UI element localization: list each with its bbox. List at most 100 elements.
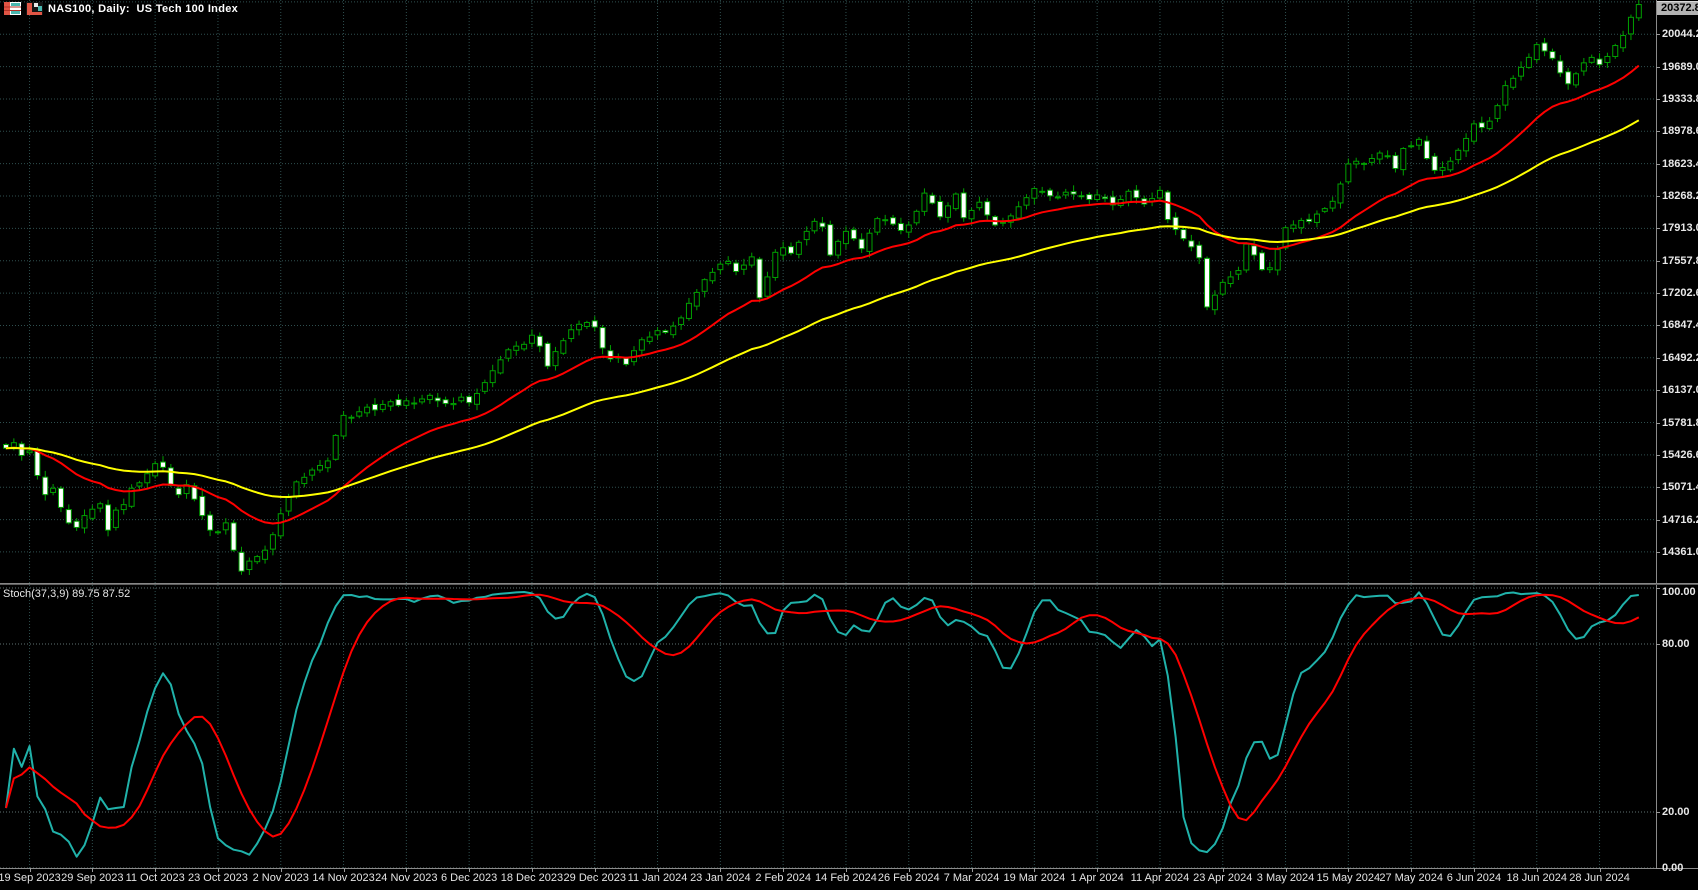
main-grid-layer [0, 0, 1656, 583]
date-tick-label: 14 Nov 2023 [312, 872, 374, 884]
stoch-grid-layer [0, 585, 1656, 869]
date-tick-mark [1034, 868, 1035, 872]
date-tick-label: 18 Dec 2023 [501, 872, 563, 884]
stoch-tick-label: 100.00 [1662, 586, 1696, 598]
date-tick-mark [783, 868, 784, 872]
trading-chart-window: NAS100, Daily: US Tech 100 Index Stoch(3… [0, 0, 1698, 890]
date-tick-mark [281, 868, 282, 872]
price-tick-mark [1656, 325, 1660, 326]
price-tick-mark [1656, 520, 1660, 521]
date-tick-label: 6 Jun 2024 [1447, 872, 1501, 884]
panel-separator[interactable] [0, 583, 1698, 585]
date-tick-label: 7 Mar 2024 [944, 872, 1000, 884]
price-chart-canvas[interactable] [0, 0, 1656, 583]
date-tick-label: 6 Dec 2023 [441, 872, 497, 884]
current-price-box: 20372.8 [1657, 1, 1698, 15]
date-tick-label: 18 Jun 2024 [1506, 872, 1567, 884]
time-axis[interactable]: 19 Sep 202329 Sep 202311 Oct 202323 Oct … [0, 869, 1698, 890]
price-tick-label: 18268.2 [1662, 190, 1698, 202]
date-tick-mark [1348, 868, 1349, 872]
price-tick-mark [1656, 99, 1660, 100]
candles-layer [4, 0, 1642, 575]
date-tick-mark [1537, 868, 1538, 872]
date-tick-mark [218, 868, 219, 872]
date-tick-label: 11 Apr 2024 [1131, 872, 1190, 884]
price-tick-mark [1656, 552, 1660, 553]
price-tick-mark [1656, 228, 1660, 229]
date-tick-label: 24 Nov 2023 [375, 872, 437, 884]
stoch-tick-mark [1656, 588, 1660, 589]
price-tick-label: 17202.6 [1662, 287, 1698, 299]
date-tick-mark [1600, 868, 1601, 872]
date-tick-label: 11 Oct 2023 [126, 872, 185, 884]
price-tick-mark [1656, 261, 1660, 262]
chart-title: NAS100, Daily: US Tech 100 Index [48, 3, 238, 15]
date-tick-label: 29 Dec 2023 [564, 872, 626, 884]
price-tick-label: 19689.0 [1662, 61, 1698, 73]
date-tick-mark [344, 868, 345, 872]
date-tick-label: 1 Apr 2024 [1071, 872, 1124, 884]
date-tick-label: 2 Feb 2024 [755, 872, 811, 884]
price-tick-mark [1656, 34, 1660, 35]
price-tick-label: 14716.2 [1662, 514, 1698, 526]
price-tick-label: 18978.6 [1662, 125, 1698, 137]
price-tick-label: 16492.2 [1662, 352, 1698, 364]
date-tick-mark [595, 868, 596, 872]
stoch-tick-label: 80.00 [1662, 638, 1690, 650]
price-tick-label: 19333.8 [1662, 93, 1698, 105]
date-tick-label: 26 Feb 2024 [878, 872, 940, 884]
date-tick-mark [92, 868, 93, 872]
date-tick-mark [532, 868, 533, 872]
stoch-tick-label: 20.00 [1662, 806, 1690, 818]
date-tick-mark [1474, 868, 1475, 872]
date-tick-mark [972, 868, 973, 872]
date-tick-mark [846, 868, 847, 872]
price-tick-mark [1656, 67, 1660, 68]
price-tick-label: 17913.0 [1662, 222, 1698, 234]
symbol-list-icon[interactable] [4, 2, 21, 15]
stochastic-signal-line [6, 595, 1639, 837]
price-tick-label: 15426.6 [1662, 449, 1698, 461]
date-tick-label: 15 May 2024 [1317, 872, 1381, 884]
stochastic-canvas[interactable] [0, 585, 1656, 869]
date-tick-mark [1223, 868, 1224, 872]
date-tick-label: 23 Jan 2024 [690, 872, 751, 884]
date-tick-mark [30, 868, 31, 872]
price-tick-mark [1656, 390, 1660, 391]
price-tick-label: 14361.0 [1662, 546, 1698, 558]
price-tick-label: 20044.2 [1662, 28, 1698, 40]
stoch-tick-mark [1656, 812, 1660, 813]
date-tick-label: 29 Sep 2023 [61, 872, 123, 884]
price-tick-mark [1656, 131, 1660, 132]
date-tick-label: 27 May 2024 [1379, 872, 1443, 884]
date-tick-mark [658, 868, 659, 872]
date-tick-label: 2 Nov 2023 [253, 872, 309, 884]
price-tick-label: 16137.0 [1662, 384, 1698, 396]
date-tick-label: 19 Mar 2024 [1003, 872, 1065, 884]
price-axis[interactable]: 20044.219689.019333.818978.618623.418268… [1656, 0, 1698, 868]
date-tick-mark [155, 868, 156, 872]
price-tick-mark [1656, 164, 1660, 165]
date-tick-label: 3 May 2024 [1257, 872, 1314, 884]
date-tick-mark [1286, 868, 1287, 872]
price-tick-mark [1656, 455, 1660, 456]
chart-mode-icon[interactable] [26, 2, 43, 15]
price-tick-mark [1656, 358, 1660, 359]
date-tick-mark [720, 868, 721, 872]
slow-ma-line [6, 120, 1639, 497]
date-tick-label: 23 Oct 2023 [188, 872, 248, 884]
price-tick-label: 15071.4 [1662, 481, 1698, 493]
date-tick-mark [469, 868, 470, 872]
date-tick-mark [909, 868, 910, 872]
date-tick-label: 14 Feb 2024 [815, 872, 877, 884]
date-tick-mark [406, 868, 407, 872]
price-tick-mark [1656, 293, 1660, 294]
price-tick-mark [1656, 487, 1660, 488]
stochastic-main-line [6, 592, 1639, 857]
price-tick-label: 16847.4 [1662, 319, 1698, 331]
price-tick-label: 15781.8 [1662, 417, 1698, 429]
chart-title-overlay: NAS100, Daily: US Tech 100 Index [4, 2, 238, 15]
date-tick-label: 19 Sep 2023 [0, 872, 61, 884]
date-tick-label: 28 Jun 2024 [1569, 872, 1630, 884]
stoch-tick-mark [1656, 644, 1660, 645]
